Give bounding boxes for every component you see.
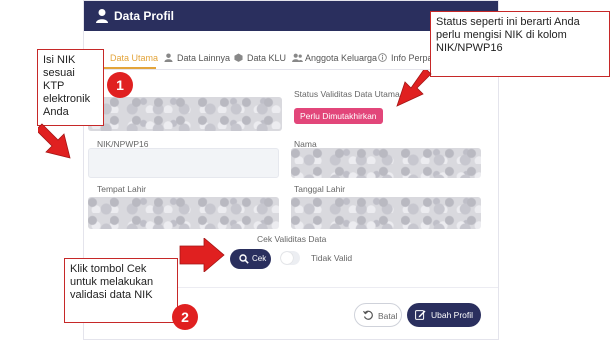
callout-klik-cek: Klik tombol Cek untuk melakukan validasi… bbox=[64, 258, 178, 323]
step-1-badge: 1 bbox=[107, 72, 133, 98]
callout-klik-cek-text: Klik tombol Cek untuk melakukan validasi… bbox=[70, 263, 154, 301]
search-icon bbox=[239, 254, 249, 264]
page-title: Data Profil bbox=[114, 9, 175, 23]
undo-icon bbox=[363, 310, 373, 320]
tempat-lahir-field[interactable] bbox=[88, 197, 279, 229]
arrow-to-cek-button bbox=[179, 238, 225, 272]
callout-isi-nik: Isi NIK sesuai KTP elektronik Anda bbox=[37, 49, 104, 126]
active-tab-indicator bbox=[104, 67, 156, 69]
edit-icon bbox=[415, 310, 426, 320]
callout-isi-nik-text: Isi NIK sesuai KTP elektronik Anda bbox=[43, 54, 91, 118]
cek-button[interactable]: Cek bbox=[230, 249, 271, 269]
batal-button-label: Batal bbox=[378, 311, 398, 321]
batal-button[interactable]: Batal bbox=[354, 303, 402, 327]
status-validitas-label: Status Validitas Data Utama bbox=[294, 89, 400, 99]
tempat-lahir-label: Tempat Lahir bbox=[97, 184, 147, 194]
cek-button-label: Cek bbox=[252, 254, 267, 263]
user-icon bbox=[164, 53, 174, 64]
arrow-to-nik-field bbox=[38, 123, 71, 159]
redacted-field bbox=[88, 97, 282, 131]
nama-field[interactable] bbox=[291, 148, 481, 178]
step-2-badge: 2 bbox=[172, 304, 198, 330]
ubah-profil-button[interactable]: Ubah Profil bbox=[407, 303, 481, 327]
toggle-knob bbox=[281, 252, 293, 264]
tab-anggota-keluarga[interactable]: Anggota Keluarga bbox=[305, 53, 377, 63]
tab-data-lainnya[interactable]: Data Lainnya bbox=[177, 53, 230, 63]
tanggal-lahir-field[interactable] bbox=[291, 197, 481, 229]
validity-toggle[interactable] bbox=[280, 251, 300, 265]
tanggal-lahir-label: Tanggal Lahir bbox=[294, 184, 346, 194]
info-icon bbox=[378, 53, 387, 64]
cek-validitas-label: Cek Validitas Data bbox=[257, 234, 327, 244]
nik-npwp16-input[interactable] bbox=[88, 148, 279, 178]
callout-status-text: Status seperti ini berarti Anda perlu me… bbox=[436, 16, 580, 54]
arrow-to-status-badge bbox=[396, 70, 432, 107]
box-icon bbox=[234, 53, 243, 64]
callout-status: Status seperti ini berarti Anda perlu me… bbox=[430, 11, 610, 77]
user-icon bbox=[96, 9, 108, 23]
users-icon bbox=[292, 53, 303, 64]
ubah-profil-label: Ubah Profil bbox=[431, 310, 474, 320]
toggle-label: Tidak Valid bbox=[311, 253, 353, 263]
tab-data-klu[interactable]: Data KLU bbox=[247, 53, 286, 63]
tab-data-utama[interactable]: Data Utama bbox=[110, 53, 158, 63]
status-badge: Perlu Dimutakhirkan bbox=[294, 108, 383, 124]
